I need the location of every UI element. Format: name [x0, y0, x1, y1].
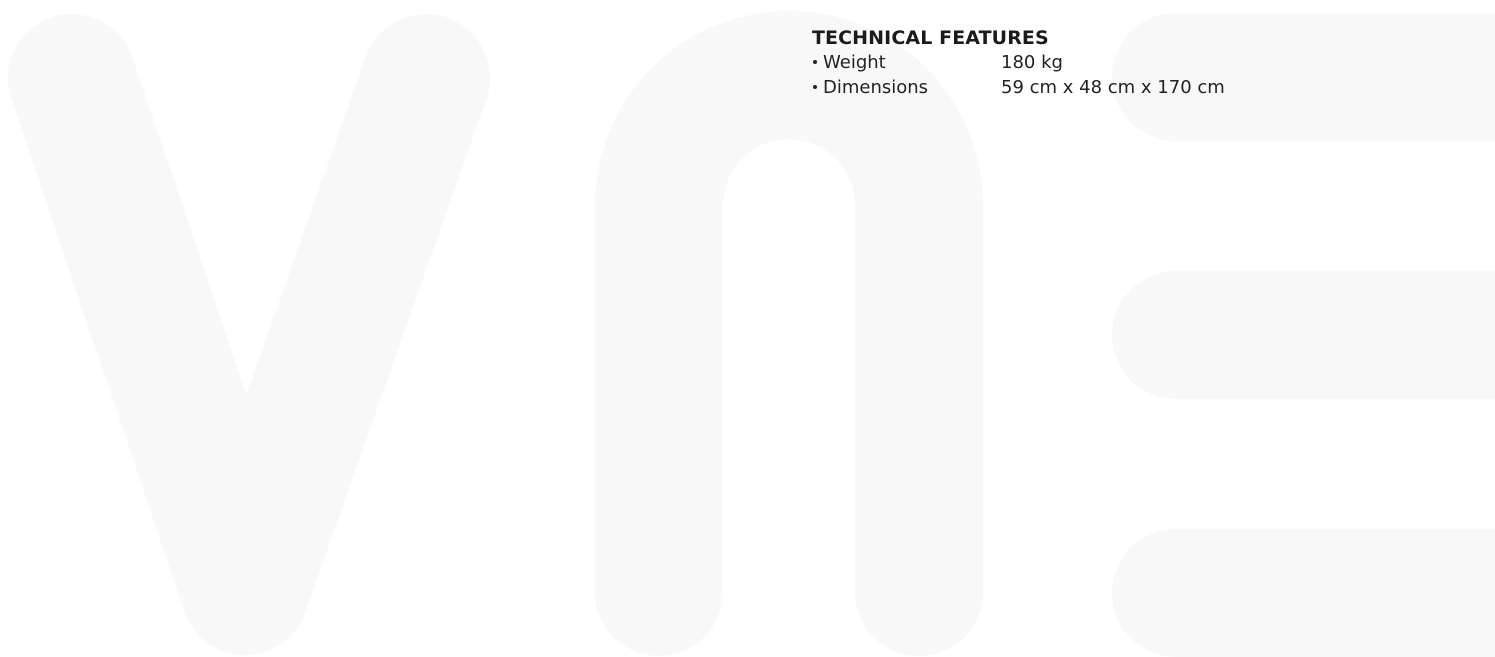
spec-label-weight: Weight: [823, 52, 886, 73]
spec-label-dimensions: Dimensions: [823, 77, 929, 98]
spec-row-dimensions: Dimensions 59 cm x 48 cm x 170 cm: [812, 75, 1225, 100]
spec-row-weight: Weight 180 kg: [812, 50, 1225, 75]
spec-value-weight: 180 kg: [1001, 52, 1063, 73]
technical-features-title: TECHNICAL FEATURES: [812, 27, 1049, 49]
technical-features-section: TECHNICAL FEATURES Weight 180 kg Dimensi…: [812, 27, 1225, 100]
brand-watermark-logo: [8, 11, 1495, 657]
bullet-icon: [813, 85, 817, 89]
spec-value-dimensions: 59 cm x 48 cm x 170 cm: [1001, 77, 1225, 98]
bullet-icon: [813, 60, 817, 64]
watermark-letter-v: [8, 14, 490, 655]
watermark-letter-n: [595, 11, 983, 656]
